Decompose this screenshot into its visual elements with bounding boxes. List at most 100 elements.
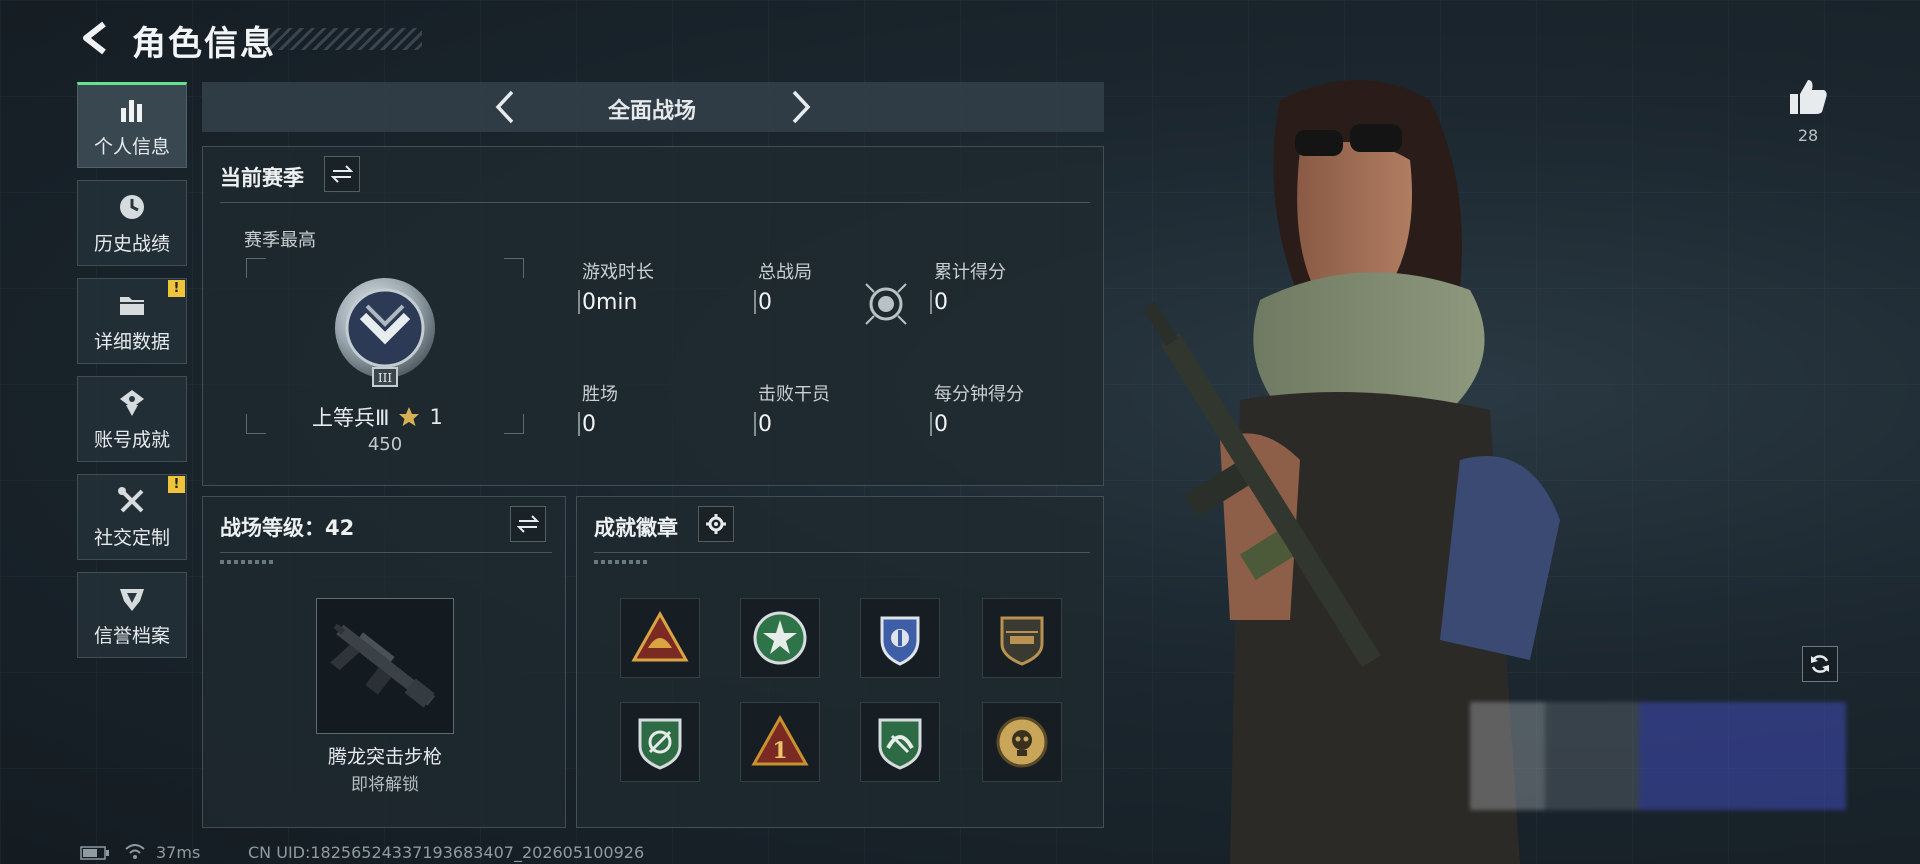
season-title: 当前赛季: [220, 166, 304, 190]
star-icon: [399, 407, 420, 426]
tick-decoration: [220, 560, 276, 564]
sidebar-item-reputation[interactable]: 信誉档案: [77, 572, 187, 658]
achievements-title: 成就徽章: [594, 516, 678, 540]
sidebar-item-label: 历史战绩: [93, 232, 170, 255]
sidebar-item-label: 社交定制: [93, 526, 170, 549]
stat-marker: [578, 290, 580, 314]
refresh-icon: [1811, 655, 1829, 673]
ping-value: 37ms: [156, 843, 201, 862]
battle-level-title: 战场等级：42: [220, 516, 355, 540]
stat-marker: [930, 412, 932, 436]
battle-level-divider: [220, 552, 552, 553]
thumbs-up-icon: [1790, 80, 1827, 114]
sidebar-item-label: 个人信息: [93, 135, 170, 158]
frame-corner: [246, 414, 266, 434]
blue-shield-badge-icon: [880, 616, 920, 666]
sidebar-item-social-custom[interactable]: ! 社交定制: [77, 474, 187, 560]
achievement-badge[interactable]: [620, 702, 700, 782]
achievement-badge[interactable]: [982, 598, 1062, 678]
stat-value-wins: 0: [582, 412, 596, 437]
rank-points: 450: [367, 434, 403, 455]
battery-icon: [80, 846, 109, 860]
alert-badge: !: [168, 280, 185, 297]
stat-label-total-score: 累计得分: [934, 262, 1006, 283]
stat-label-playtime: 游戏时长: [582, 262, 654, 283]
stat-value-total-score: 0: [934, 290, 948, 315]
achievements-divider: [594, 552, 1090, 553]
medal-icon: [120, 389, 144, 416]
frame-corner: [246, 258, 266, 278]
stat-value-playtime: 0min: [582, 290, 638, 315]
mode-next-button[interactable]: [784, 88, 818, 126]
back-arrow-icon: [83, 21, 106, 55]
sidebar-item-achievements[interactable]: 账号成就: [77, 376, 187, 462]
rank-emblem-numeral: III: [378, 371, 392, 385]
target-icon: [865, 283, 907, 325]
green-wing-badge-icon: [878, 718, 922, 770]
back-button[interactable]: [78, 20, 114, 56]
like-button[interactable]: [1786, 76, 1830, 120]
wifi-icon: [125, 844, 145, 859]
alert-badge: !: [168, 476, 185, 493]
mode-prev-button[interactable]: [488, 88, 522, 126]
stat-marker: [754, 412, 756, 436]
like-count: 28: [1797, 126, 1819, 145]
sidebar-item-history[interactable]: 历史战绩: [77, 180, 187, 266]
stat-marker: [578, 412, 580, 436]
folder-icon: [120, 296, 144, 315]
swap-icon: [517, 515, 539, 533]
achievement-badge[interactable]: [982, 702, 1062, 782]
player-nameplate-blurred: [1470, 702, 1846, 810]
stat-marker: [930, 290, 932, 314]
season-divider: [220, 202, 1090, 203]
weapon-reward-tile[interactable]: [316, 598, 454, 734]
achievements-settings-button[interactable]: [698, 506, 734, 542]
frame-corner: [504, 414, 524, 434]
sidebar-item-label: 账号成就: [93, 428, 170, 451]
player-uid: CN UID:18256524337193683407_202605100926: [248, 843, 645, 862]
sidebar-item-personal-info[interactable]: 个人信息: [77, 82, 187, 168]
chevron-left-icon: [495, 90, 514, 124]
swap-icon: [331, 165, 353, 183]
sidebar-item-detailed-data[interactable]: ! 详细数据: [77, 278, 187, 364]
assault-rifle-icon: [330, 623, 436, 708]
stat-label-total-matches: 总战局: [758, 262, 812, 283]
sidebar-item-label: 信誉档案: [93, 624, 170, 647]
shield-icon: [120, 588, 144, 611]
rank-stars: 1: [429, 405, 443, 429]
battle-level-switch-button[interactable]: [510, 506, 546, 542]
achievement-badge[interactable]: [860, 598, 940, 678]
tick-decoration: [594, 560, 650, 564]
helicopter-badge-icon: [1000, 616, 1044, 666]
rank-emblem-icon: III: [335, 278, 435, 387]
stat-label-wins: 胜场: [582, 384, 618, 405]
title-decoration: [266, 28, 422, 50]
stat-label-score-per-min: 每分钟得分: [934, 384, 1024, 405]
tri-helmet-badge-icon: [631, 610, 689, 662]
page-title: 角色信息: [132, 24, 276, 64]
rank-name: 上等兵Ⅲ: [312, 406, 390, 430]
season-best-label: 赛季最高: [244, 230, 316, 251]
badge-digit: 1: [772, 738, 787, 764]
achievement-badge[interactable]: [740, 598, 820, 678]
stat-value-total-matches: 0: [758, 290, 772, 315]
gear-icon: [706, 514, 726, 534]
tools-icon: [118, 486, 144, 512]
sidebar-item-label: 详细数据: [93, 330, 170, 353]
season-switch-button[interactable]: [324, 156, 360, 192]
chevron-right-icon: [792, 90, 811, 124]
frame-corner: [504, 258, 524, 278]
refresh-button[interactable]: [1802, 646, 1838, 682]
stat-value-score-per-min: 0: [934, 412, 948, 437]
stat-value-kills: 0: [758, 412, 772, 437]
green-crosshair-badge-icon: [638, 718, 682, 770]
achievement-badge[interactable]: [860, 702, 940, 782]
achievement-badge[interactable]: [620, 598, 700, 678]
rank-line: 上等兵Ⅲ 1: [312, 402, 443, 432]
clock-icon: [120, 194, 144, 219]
skull-emblem-badge-icon: [996, 716, 1048, 768]
bar-chart-icon: [121, 99, 142, 122]
stat-marker: [754, 290, 756, 314]
achievement-badge[interactable]: 1: [740, 702, 820, 782]
green-star-badge-icon: [753, 611, 807, 665]
